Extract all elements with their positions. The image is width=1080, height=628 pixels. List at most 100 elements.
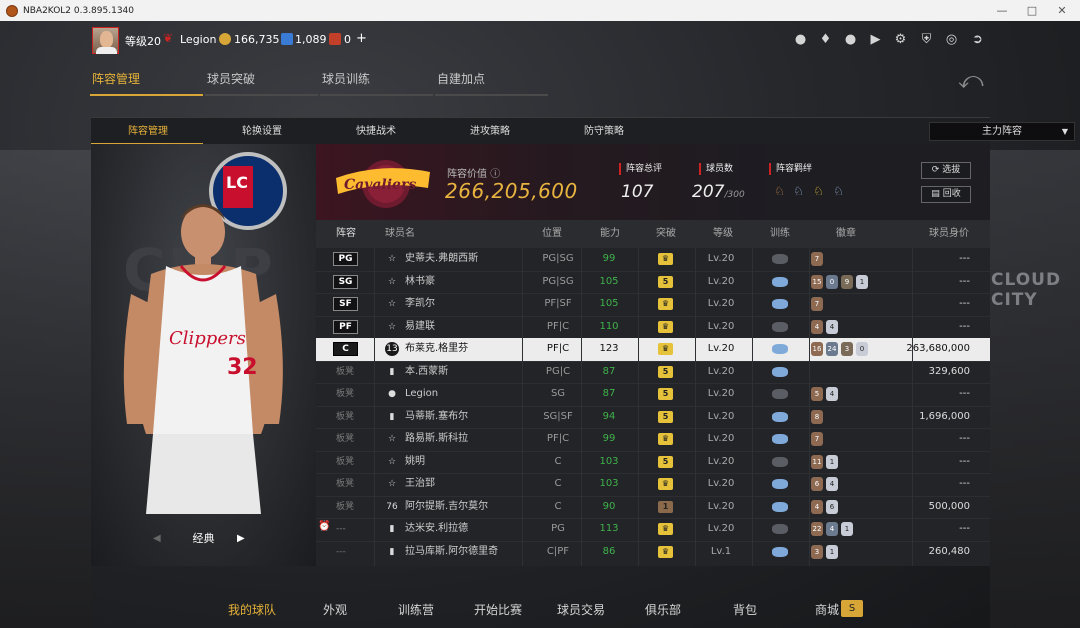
table-row[interactable]: --- ▮ 拉马库斯.阿尔德里奇 C|PF 86 ♛ Lv.1 3 1 260,480 <box>316 541 990 564</box>
logout-icon[interactable]: ➲ <box>970 32 985 47</box>
skill-badge[interactable]: 4 <box>811 319 823 334</box>
bond-icon[interactable]: ♘ <box>772 184 787 199</box>
skill-badge[interactable]: 7 <box>811 432 823 446</box>
training-icon[interactable] <box>772 456 788 467</box>
table-row[interactable]: --- ▮ 达米安.利拉德 PG 113 ♛ Lv.20 22 4 1 --- <box>316 518 990 541</box>
sub-tab-offense[interactable]: 进攻策略 <box>433 118 547 145</box>
skill-badge[interactable]: 11 <box>811 454 823 469</box>
notification-bell-icon[interactable]: ♦ <box>818 32 833 47</box>
main-tab-custom-points[interactable]: 自建加点 <box>435 70 548 96</box>
training-icon[interactable] <box>772 524 788 534</box>
table-row[interactable]: SG ☆ 林书豪 PG|SG 105 5 Lv.20 15 0 9 1 --- <box>316 271 990 294</box>
player-name[interactable]: 史蒂夫.弗朗西斯 <box>405 248 478 271</box>
lineup-dropdown[interactable]: 主力阵容 ▼ <box>929 122 1075 141</box>
support-headset-icon[interactable]: ◎ <box>944 32 959 47</box>
sub-tab-rotation[interactable]: 轮换设置 <box>205 118 319 145</box>
skill-badge[interactable]: 15 <box>811 274 823 289</box>
skill-badge[interactable]: 4 <box>811 499 823 514</box>
skill-badge[interactable]: 1 <box>856 274 868 289</box>
select-button[interactable]: ⟳ 选拔 <box>921 162 971 179</box>
header-badges[interactable]: 徽章 <box>836 220 856 248</box>
skill-badge[interactable]: 3 <box>811 544 823 559</box>
player-name[interactable]: 马蒂斯.塞布尔 <box>405 406 468 429</box>
nav-player-trade[interactable]: 球员交易 <box>557 601 605 618</box>
nav-backpack[interactable]: 背包 <box>733 601 757 618</box>
sub-tab-defense[interactable]: 防守策略 <box>547 118 661 145</box>
training-icon[interactable] <box>772 501 788 512</box>
player-name[interactable]: 阿尔提斯.吉尔莫尔 <box>405 496 488 519</box>
skill-badge[interactable]: 6 <box>826 499 838 514</box>
bond-icon[interactable]: ♘ <box>791 184 806 199</box>
skill-badge[interactable]: 1 <box>826 454 838 469</box>
bond-icon[interactable]: ♘ <box>831 184 846 199</box>
skill-badge[interactable]: 4 <box>826 477 838 491</box>
skill-badge[interactable]: 5 <box>811 387 823 401</box>
skill-badge[interactable]: 7 <box>811 297 823 311</box>
header-level[interactable]: 等级 <box>713 220 733 248</box>
skill-badge[interactable]: 22 <box>811 522 823 536</box>
position-slot-badge[interactable]: SG <box>333 274 358 289</box>
skill-badge[interactable]: 4 <box>826 387 838 401</box>
header-ability[interactable]: 能力 <box>600 220 620 248</box>
table-row[interactable]: C 13 布莱克.格里芬 PF|C 123 ♛ Lv.20 16 24 3 0 263,680,000 <box>316 338 990 361</box>
skill-badge[interactable]: 4 <box>826 522 838 536</box>
player-name[interactable]: Legion <box>405 383 438 406</box>
table-row[interactable]: 板凳 ● Legion SG 87 5 Lv.20 5 4 --- <box>316 383 990 406</box>
profile-icon[interactable]: ● <box>793 32 808 47</box>
skill-badge[interactable]: 6 <box>811 477 823 491</box>
add-currency-button[interactable]: + <box>356 31 367 46</box>
header-training[interactable]: 训练 <box>770 220 790 248</box>
nav-club[interactable]: 俱乐部 <box>645 601 681 618</box>
training-icon[interactable] <box>772 321 788 332</box>
sub-tab-lineup[interactable]: 阵容管理 <box>91 118 205 145</box>
skill-badge[interactable]: 1 <box>841 522 853 536</box>
header-name[interactable]: 球员名 <box>385 220 415 248</box>
player-name[interactable]: 易建联 <box>405 316 435 339</box>
position-slot-badge[interactable]: C <box>333 342 358 356</box>
training-icon[interactable] <box>772 366 788 377</box>
recycle-button[interactable]: ▤ 回收 <box>921 186 971 203</box>
player-name[interactable]: 林书豪 <box>405 271 435 294</box>
skill-badge[interactable]: 0 <box>856 342 868 356</box>
main-tab-lineup[interactable]: 阵容管理 <box>90 70 203 96</box>
training-icon[interactable] <box>772 299 788 309</box>
nav-appearance[interactable]: 外观 <box>323 601 347 618</box>
table-row[interactable]: 板凳 ☆ 王治郅 C 103 ♛ Lv.20 6 4 --- <box>316 473 990 496</box>
avatar[interactable] <box>92 27 119 54</box>
table-row[interactable]: 板凳 ▮ 本.西蒙斯 PG|C 87 5 Lv.20 329,600 <box>316 361 990 384</box>
player-name[interactable]: 布莱克.格里芬 <box>405 338 468 361</box>
header-lineup[interactable]: 阵容 <box>336 220 356 248</box>
player-name[interactable]: 路易斯.斯科拉 <box>405 428 468 451</box>
nav-shop[interactable]: 商城 <box>815 601 839 618</box>
table-row[interactable]: SF ☆ 李凯尔 PF|SF 105 ♛ Lv.20 7 --- <box>316 293 990 316</box>
player-name[interactable]: 李凯尔 <box>405 293 435 316</box>
skill-badge[interactable]: 9 <box>841 274 853 289</box>
skill-badge[interactable]: 4 <box>826 319 838 334</box>
nav-start-game[interactable]: 开始比赛 <box>474 601 522 618</box>
training-icon[interactable] <box>772 411 788 422</box>
nav-training-camp[interactable]: 训练营 <box>398 601 434 618</box>
player-name[interactable]: 达米安.利拉德 <box>405 518 468 541</box>
header-position[interactable]: 位置 <box>542 220 562 248</box>
sub-tab-quick-tactics[interactable]: 快捷战术 <box>319 118 433 145</box>
position-slot-badge[interactable]: PF <box>333 319 358 334</box>
video-icon[interactable]: ▶ <box>868 32 883 47</box>
skill-badge[interactable]: 16 <box>811 342 823 356</box>
skill-badge[interactable]: 8 <box>811 409 823 424</box>
header-player-value[interactable]: 球员身价 <box>929 220 969 248</box>
position-slot-badge[interactable]: SF <box>333 297 358 311</box>
training-icon[interactable] <box>772 276 788 287</box>
player-name[interactable]: 拉马库斯.阿尔德里奇 <box>405 541 498 564</box>
settings-gear-icon[interactable]: ⚙ <box>893 32 908 47</box>
skill-badge[interactable]: 0 <box>826 274 838 289</box>
player-name[interactable]: 姚明 <box>405 451 425 474</box>
back-arrow-icon[interactable]: ⤺ <box>958 66 984 94</box>
position-slot-badge[interactable]: PG <box>333 252 358 266</box>
close-button[interactable]: ✕ <box>1044 0 1080 21</box>
training-icon[interactable] <box>772 389 788 399</box>
table-row[interactable]: PG ☆ 史蒂夫.弗朗西斯 PG|SG 99 ♛ Lv.20 7 --- <box>316 248 990 271</box>
friends-icon[interactable]: ● <box>843 32 858 47</box>
skill-badge[interactable]: 3 <box>841 342 853 356</box>
skill-badge[interactable]: 7 <box>811 252 823 266</box>
skill-badge[interactable]: 1 <box>826 544 838 559</box>
